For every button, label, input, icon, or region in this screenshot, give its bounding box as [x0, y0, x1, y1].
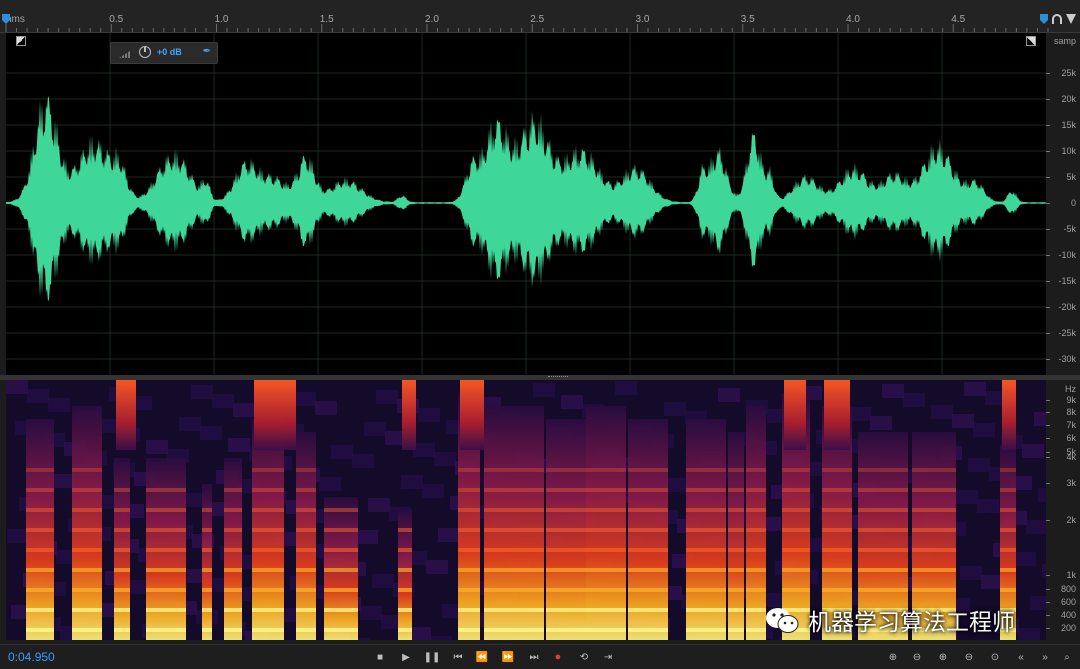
frequency-tick-label: 7k — [1066, 420, 1076, 430]
amplitude-tick-label: -20k — [1058, 302, 1076, 312]
zoom-out-amplitude-icon[interactable]: ⊖ — [908, 649, 926, 665]
spectral-panel[interactable] — [6, 380, 1064, 653]
frequency-scale: Hz 9k 8k 7k 6k 5k 4k 3k 2k 1k 800 600 400 200 — [1046, 380, 1080, 640]
wechat-icon — [764, 605, 800, 635]
fast-forward-button[interactable]: ⏩ — [500, 649, 516, 665]
frequency-tick-label: 3k — [1066, 478, 1076, 488]
go-to-start-button[interactable]: ⏮ — [450, 649, 466, 665]
amplitude-tick-label: 10k — [1061, 146, 1076, 156]
frequency-scale-unit: Hz — [1065, 384, 1076, 394]
zoom-in-time-icon[interactable]: ⊕ — [934, 649, 952, 665]
frequency-tick-label: 9k — [1066, 395, 1076, 405]
frequency-tick-label: 1k — [1066, 570, 1076, 580]
waveform-canvas — [6, 33, 1046, 375]
waveform-scale: samp 25k 20k 15k 10k 5k 0 -5k -10k -15k -20k -25k -… — [1046, 33, 1080, 375]
frequency-tick-label: 6k — [1066, 433, 1076, 443]
zoom-in-point-icon[interactable]: « — [1012, 649, 1030, 665]
amplitude-tick-label: -30k — [1058, 354, 1076, 364]
amplitude-tick-label: -25k — [1058, 328, 1076, 338]
amplitude-tick-label: -5k — [1063, 224, 1076, 234]
record-button[interactable]: ● — [550, 649, 566, 665]
volume-hud[interactable]: +0 dB ✒ — [110, 42, 218, 64]
waveform-scale-unit: samp — [1053, 36, 1076, 46]
frequency-tick-label: 8k — [1066, 407, 1076, 417]
zoom-selection-icon[interactable]: » — [1036, 649, 1054, 665]
zoom-fit-icon[interactable]: ⌕ — [1058, 649, 1076, 665]
gain-value: +0 dB — [157, 47, 182, 57]
pause-button[interactable]: ❚❚ — [424, 649, 441, 665]
amplitude-tick-label: 15k — [1061, 120, 1076, 130]
frequency-tick-label: 200 — [1060, 623, 1076, 633]
spectrogram-canvas — [6, 380, 1064, 653]
amplitude-tick-label: 20k — [1061, 94, 1076, 104]
time-ruler[interactable]: hms 0.5 1.0 1.5 2.0 2.5 3.0 3.5 4.0 4.5 — [0, 0, 1080, 33]
pin-icon[interactable]: ✒ — [201, 46, 213, 58]
frequency-tick-label: 2k — [1066, 515, 1076, 525]
zoom-out-time-icon[interactable]: ⊖ — [960, 649, 978, 665]
watermark: 机器学习算法工程师 — [764, 603, 1015, 637]
go-to-end-button[interactable]: ⏭ — [526, 649, 542, 665]
zoom-in-amplitude-icon[interactable]: ⊕ — [884, 649, 902, 665]
frequency-tick-label: 4k — [1066, 452, 1076, 462]
zoom-out-full-icon[interactable]: ⊙ — [986, 649, 1004, 665]
frequency-tick-label: 400 — [1060, 610, 1076, 620]
rewind-button[interactable]: ⏪ — [474, 649, 490, 665]
amplitude-tick-label: 25k — [1061, 68, 1076, 78]
transport-bar: 0:04.950 ■ ▶ ❚❚ ⏮ ⏪ ⏩ ⏭ ● ⟲ ⇥ ⊕ ⊖ ⊕ ⊖ ⊙ … — [0, 644, 1080, 669]
amplitude-tick-label: 5k — [1066, 172, 1076, 182]
stop-button[interactable]: ■ — [372, 649, 388, 665]
frequency-tick-label: 800 — [1060, 584, 1076, 594]
fade-out-handle[interactable] — [1026, 36, 1036, 46]
fade-in-handle[interactable] — [16, 36, 26, 46]
amplitude-tick-label: 0 — [1070, 198, 1076, 208]
play-button[interactable]: ▶ — [398, 649, 414, 665]
level-icon — [119, 49, 133, 58]
amplitude-tick-label: -15k — [1058, 276, 1076, 286]
amplitude-tick-label: -10k — [1058, 250, 1076, 260]
watermark-text: 机器学习算法工程师 — [808, 610, 1015, 636]
loop-button[interactable]: ⟲ — [576, 649, 592, 665]
frequency-tick-label: 600 — [1060, 597, 1076, 607]
waveform-panel[interactable] — [6, 33, 1046, 375]
skip-button[interactable]: ⇥ — [600, 649, 616, 665]
volume-knob-icon[interactable] — [139, 46, 151, 58]
current-time: 0:04.950 — [8, 650, 55, 664]
